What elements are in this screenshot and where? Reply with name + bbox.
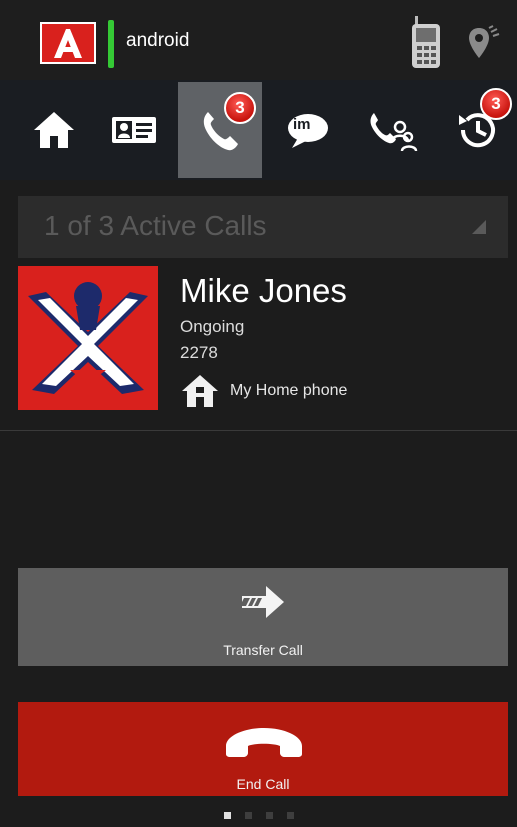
call-status: Ongoing xyxy=(180,317,245,336)
app-logo xyxy=(40,22,96,64)
conference-call-icon xyxy=(370,113,418,152)
toolbar-conference[interactable] xyxy=(352,80,432,180)
toolbar-calls[interactable]: 3 xyxy=(178,82,262,178)
contact-card-icon xyxy=(112,117,156,143)
im-icon-label: im xyxy=(293,116,311,133)
end-call-button[interactable]: End Call xyxy=(18,702,508,796)
divider xyxy=(0,430,517,431)
toolbar-contacts[interactable] xyxy=(94,80,174,180)
home-icon xyxy=(34,112,74,148)
hang-up-icon xyxy=(226,728,302,757)
transfer-arrow-icon xyxy=(240,586,284,618)
end-call-label: End Call xyxy=(236,776,290,792)
logo-letter-icon xyxy=(54,29,82,58)
active-calls-label: 1 of 3 Active Calls xyxy=(44,210,267,241)
history-badge: 3 xyxy=(480,88,512,120)
toolbar-home[interactable] xyxy=(14,80,94,180)
mobile-phone-icon[interactable] xyxy=(409,14,443,70)
calls-badge: 3 xyxy=(224,92,256,124)
page-dot[interactable] xyxy=(286,811,294,819)
page-dot[interactable] xyxy=(223,811,231,819)
toolbar-history[interactable]: 3 xyxy=(438,80,517,180)
toolbar-im[interactable]: im xyxy=(268,80,348,180)
page-dot[interactable] xyxy=(244,811,252,819)
avatar-image xyxy=(18,266,158,410)
contact-name: Mike Jones xyxy=(180,272,347,309)
phone-type-label: My Home phone xyxy=(230,382,348,399)
main-toolbar: 3 im 3 xyxy=(0,80,517,180)
page-dot[interactable] xyxy=(265,811,273,819)
call-number: 2278 xyxy=(180,343,218,362)
dropdown-arrow-icon xyxy=(472,220,486,234)
active-calls-dropdown[interactable]: 1 of 3 Active Calls xyxy=(18,196,508,258)
contact-avatar xyxy=(18,266,158,410)
status-indicator xyxy=(108,20,114,68)
location-icon[interactable] xyxy=(467,24,501,64)
account-label: android xyxy=(126,30,190,51)
transfer-call-label: Transfer Call xyxy=(223,642,303,658)
status-bar: android xyxy=(0,0,517,80)
home-phone-icon xyxy=(182,375,218,407)
page-indicator xyxy=(0,808,517,822)
transfer-call-button[interactable]: Transfer Call xyxy=(18,568,508,666)
